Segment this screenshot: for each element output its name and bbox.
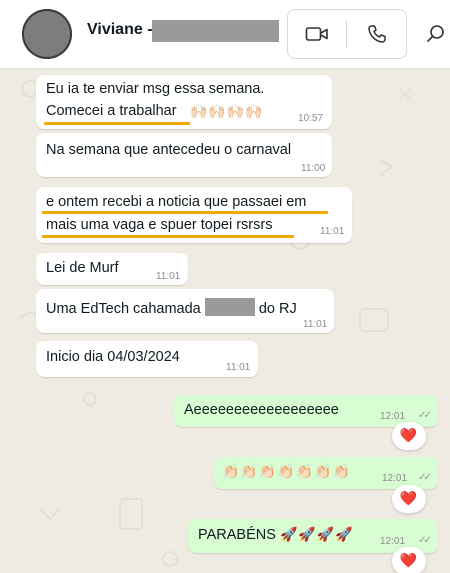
message-timestamp: 11:01	[320, 226, 345, 237]
reaction-badge[interactable]: ❤️	[392, 485, 426, 513]
message-text: PARABÉNS	[198, 527, 276, 543]
raised-hands-emoji: 🙌🏻🙌🏻🙌🏻🙌🏻	[190, 104, 264, 120]
voice-call-icon	[367, 25, 386, 43]
avatar[interactable]	[22, 9, 72, 59]
message-text-line: Comecei a trabalhar	[46, 103, 177, 119]
video-call-button[interactable]	[288, 10, 346, 58]
redacted-surname	[152, 20, 279, 42]
message-timestamp: 12:01	[382, 473, 408, 484]
heart-reaction-icon: ❤️	[399, 553, 419, 569]
message-text-after: do RJ	[258, 301, 297, 317]
message-timestamp: 11:01	[226, 362, 251, 373]
message-text-line: Eu ia te enviar msg essa semana.	[46, 81, 265, 97]
message-timestamp: 11:01	[303, 319, 328, 330]
rocket-emoji: 🚀🚀🚀🚀	[280, 527, 354, 543]
read-receipt-icon: ✓✓	[418, 410, 432, 421]
contact-name[interactable]: Viviane -	[87, 21, 153, 39]
reaction-badge[interactable]: ❤️	[392, 422, 426, 450]
message-text: Lei de Murf	[46, 260, 119, 276]
message-timestamp: 11:01	[156, 271, 181, 282]
call-button-group	[287, 9, 407, 59]
highlight-underline	[44, 122, 190, 125]
heart-reaction-icon: ❤️	[399, 428, 419, 444]
message-text: Uma EdTech cahamada do RJ	[46, 298, 297, 317]
incoming-message[interactable]: Eu ia te enviar msg essa semana. Comecei…	[36, 75, 332, 129]
incoming-message[interactable]: Inicio dia 04/03/2024 11:01	[36, 341, 258, 377]
message-text: Inicio dia 04/03/2024	[46, 349, 180, 365]
message-text-line: mais uma vaga e spuer topei rsrsrs	[46, 217, 273, 233]
search-button[interactable]	[422, 20, 450, 48]
read-receipt-icon: ✓✓	[418, 472, 432, 483]
message-timestamp: 10:57	[298, 113, 324, 124]
incoming-message[interactable]: Na semana que antecedeu o carnaval 11:00	[36, 133, 332, 177]
incoming-message[interactable]: Uma EdTech cahamada do RJ 11:01	[36, 289, 334, 333]
reaction-badge[interactable]: ❤️	[392, 547, 426, 573]
outgoing-message[interactable]: Aeeeeeeeeeeeeeeeeee 12:01 ✓✓	[174, 395, 438, 427]
highlight-underline	[42, 235, 294, 238]
video-call-icon	[305, 27, 328, 41]
message-list[interactable]: Eu ia te enviar msg essa semana. Comecei…	[0, 69, 450, 573]
message-text-line: e ontem recebi a noticia que passaei em	[46, 194, 307, 210]
message-text-before: Uma EdTech cahamada	[46, 301, 201, 317]
message-timestamp: 12:01	[380, 536, 406, 547]
highlight-underline	[42, 211, 328, 214]
heart-reaction-icon: ❤️	[399, 491, 419, 507]
incoming-message[interactable]: e ontem recebi a noticia que passaei em …	[36, 187, 352, 243]
read-receipt-icon: ✓✓	[418, 535, 432, 546]
message-text: Aeeeeeeeeeeeeeeeeee	[184, 402, 339, 418]
chat-header: Viviane -	[0, 0, 450, 69]
voice-call-button[interactable]	[347, 10, 406, 58]
incoming-message[interactable]: Lei de Murf 11:01	[36, 253, 188, 285]
clapping-hands-emoji: 👏🏻👏🏻👏🏻👏🏻👏🏻👏🏻👏🏻	[222, 464, 352, 480]
message-timestamp: 11:00	[301, 163, 326, 174]
message-text: Na semana que antecedeu o carnaval	[46, 142, 292, 158]
search-icon	[427, 25, 444, 42]
message-timestamp: 12:01	[380, 411, 406, 422]
redacted-company-name	[204, 298, 255, 316]
